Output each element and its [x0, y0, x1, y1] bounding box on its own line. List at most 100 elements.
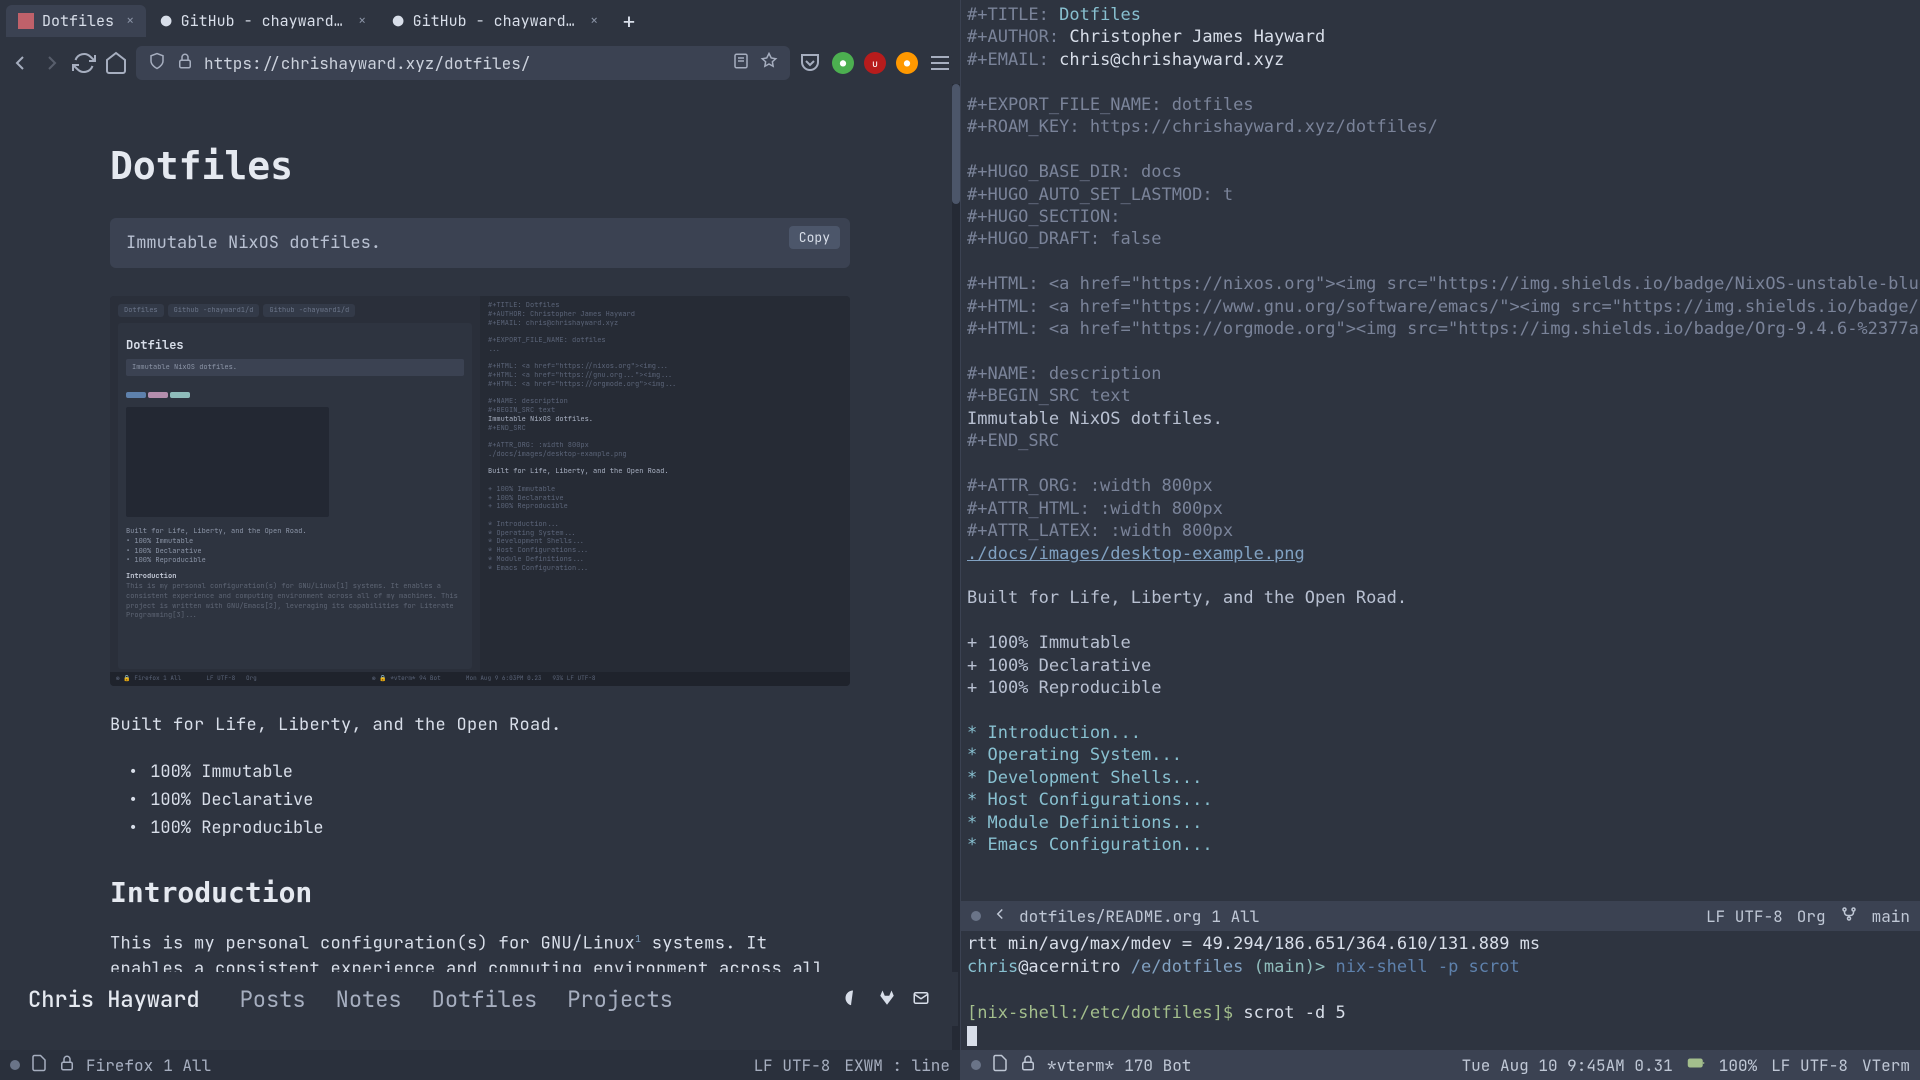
- status-dot: [10, 1060, 20, 1070]
- org-line: #+END_SRC: [967, 430, 1914, 452]
- buffer-name: Firefox: [86, 1055, 153, 1076]
- major-mode: VTerm: [1862, 1055, 1910, 1076]
- reader-icon[interactable]: [732, 52, 750, 75]
- org-line: Built for Life, Liberty, and the Open Ro…: [967, 587, 1914, 609]
- org-line: #+EMAIL: chris@chrishayward.xyz: [967, 49, 1914, 71]
- new-tab-button[interactable]: +: [612, 7, 645, 36]
- tagline: Built for Life, Liberty, and the Open Ro…: [110, 714, 850, 736]
- chevron-left-icon[interactable]: [991, 905, 1009, 928]
- github-icon[interactable]: [844, 985, 862, 1014]
- buffer-path: dotfiles/README.org: [1019, 906, 1201, 927]
- site-header: Chris Hayward Posts Notes Dotfiles Proje…: [0, 972, 958, 1026]
- pocket-icon[interactable]: [798, 51, 822, 75]
- lock-icon: [58, 1054, 76, 1077]
- copy-button[interactable]: Copy: [789, 226, 840, 249]
- org-line: + 100% Declarative: [967, 655, 1914, 677]
- nav-projects[interactable]: Projects: [567, 985, 673, 1014]
- org-line: [967, 565, 1914, 587]
- org-line: #+HTML: <a href="https://orgmode.org"><i…: [967, 318, 1914, 340]
- org-line: #+BEGIN_SRC text: [967, 385, 1914, 407]
- page-title: Dotfiles: [110, 144, 850, 188]
- tab-title: Dotfiles: [42, 11, 114, 31]
- browser-tab-github-1[interactable]: GitHub - chayward1/dotfi ×: [148, 5, 378, 37]
- org-line: #+AUTHOR: Christopher James Hayward: [967, 26, 1914, 48]
- reload-icon[interactable]: [72, 51, 96, 75]
- term-output: rtt min/avg/max/mdev = 49.294/186.651/36…: [967, 933, 1914, 956]
- back-icon[interactable]: [8, 51, 32, 75]
- battery-icon: [1687, 1054, 1705, 1077]
- org-line: Immutable NixOS dotfiles.: [967, 408, 1914, 430]
- mail-icon[interactable]: [912, 985, 930, 1014]
- browser-tab-dotfiles[interactable]: Dotfiles ×: [6, 5, 146, 37]
- org-line: [967, 453, 1914, 475]
- org-line: [967, 71, 1914, 93]
- major-mode: Org: [1797, 906, 1826, 927]
- cursor-pos: 1 All: [1211, 906, 1259, 927]
- site-name[interactable]: Chris Hayward: [28, 985, 200, 1014]
- page-viewport: Dotfiles Immutable NixOS dotfiles. Copy …: [0, 84, 960, 1080]
- org-line: [967, 341, 1914, 363]
- tab-title: GitHub - chayward1/dotfi: [413, 11, 578, 31]
- nav-notes[interactable]: Notes: [336, 985, 402, 1014]
- mini-built: Built for Life, Liberty, and the Open Ro…: [126, 527, 464, 537]
- org-line: + 100% Reproducible: [967, 677, 1914, 699]
- browser-tab-strip: Dotfiles × GitHub - chayward1/dotfi × Gi…: [0, 0, 960, 42]
- org-line: * Development Shells...: [967, 767, 1914, 789]
- status-dot: [971, 911, 981, 921]
- org-line: [967, 139, 1914, 161]
- extension-icon-2[interactable]: u: [864, 52, 886, 74]
- org-line: #+HUGO_SECTION:: [967, 206, 1914, 228]
- close-icon[interactable]: ×: [126, 12, 134, 30]
- code-text: Immutable NixOS dotfiles.: [126, 232, 381, 254]
- term-blank: [967, 979, 1914, 1002]
- github-icon: [160, 13, 172, 29]
- encoding: LF UTF-8: [754, 1055, 831, 1076]
- terminal[interactable]: rtt min/avg/max/mdev = 49.294/186.651/36…: [961, 931, 1920, 1050]
- org-line: * Host Configurations...: [967, 789, 1914, 811]
- scrollbar[interactable]: [952, 84, 960, 1080]
- extension-icon-1[interactable]: ●: [832, 52, 854, 74]
- extension-icon-3[interactable]: ●: [896, 52, 918, 74]
- org-line: #+ATTR_LATEX: :width 800px: [967, 520, 1914, 542]
- mini-tab: Github -chayward1/d: [263, 304, 355, 317]
- gitlab-icon[interactable]: [878, 985, 896, 1014]
- org-line: * Module Definitions...: [967, 812, 1914, 834]
- term-prompt-2: [nix-shell:/etc/dotfiles]$ scrot -d 5: [967, 1002, 1914, 1025]
- lock-icon: [176, 52, 194, 75]
- lock-icon: [1019, 1054, 1037, 1077]
- encoding: LF UTF-8: [1706, 906, 1783, 927]
- org-line: #+HUGO_BASE_DIR: docs: [967, 161, 1914, 183]
- mini-h1: Dotfiles: [126, 337, 464, 353]
- nav-dotfiles[interactable]: Dotfiles: [432, 985, 538, 1014]
- term-cursor-line: [967, 1025, 1914, 1048]
- code-block: Immutable NixOS dotfiles. Copy: [110, 218, 850, 268]
- bookmark-icon[interactable]: [760, 52, 778, 75]
- org-line: #+HUGO_AUTO_SET_LASTMOD: t: [967, 184, 1914, 206]
- mini-intro: Introduction: [126, 572, 176, 581]
- org-line: * Introduction...: [967, 722, 1914, 744]
- menu-icon[interactable]: [928, 51, 952, 75]
- close-icon[interactable]: ×: [590, 12, 598, 30]
- branch-icon: [1840, 905, 1858, 928]
- url-bar[interactable]: https://chrishayward.xyz/dotfiles/: [136, 46, 790, 80]
- nav-posts[interactable]: Posts: [240, 985, 306, 1014]
- list-item: 100% Immutable: [128, 758, 850, 786]
- file-icon: [30, 1054, 48, 1077]
- major-mode: EXWM : line: [844, 1055, 950, 1076]
- mini-code: Immutable NixOS dotfiles.: [126, 359, 464, 376]
- cursor-pos: 170 Bot: [1124, 1055, 1191, 1076]
- buffer-name: *vterm*: [1047, 1055, 1114, 1076]
- site-nav: Posts Notes Dotfiles Projects: [240, 985, 673, 1014]
- list-item: 100% Reproducible: [128, 814, 850, 842]
- org-line: [967, 700, 1914, 722]
- shield-icon: [148, 52, 166, 75]
- close-icon[interactable]: ×: [358, 12, 366, 30]
- forward-icon[interactable]: [40, 51, 64, 75]
- org-line: ./docs/images/desktop-example.png: [967, 543, 1914, 565]
- modeline-firefox: Firefox 1 All LF UTF-8 EXWM : line: [0, 1050, 960, 1080]
- url-text: https://chrishayward.xyz/dotfiles/: [204, 53, 722, 74]
- org-editor[interactable]: #+TITLE: Dotfiles#+AUTHOR: Christopher J…: [961, 0, 1920, 901]
- mini-tab: Github -chayward1/d: [168, 304, 260, 317]
- browser-tab-github-2[interactable]: GitHub - chayward1/dotfi ×: [380, 5, 610, 37]
- home-icon[interactable]: [104, 51, 128, 75]
